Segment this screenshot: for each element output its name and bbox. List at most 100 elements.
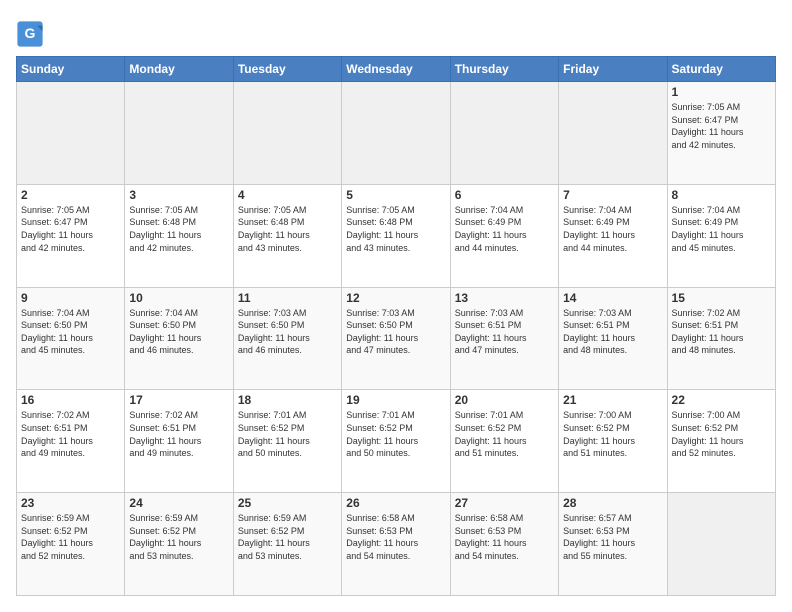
calendar-header-monday: Monday bbox=[125, 57, 233, 82]
day-info: Sunrise: 7:01 AM Sunset: 6:52 PM Dayligh… bbox=[238, 409, 337, 459]
calendar-week-row: 2 Sunrise: 7:05 AM Sunset: 6:47 PM Daylig… bbox=[17, 184, 776, 287]
day-number: 3 bbox=[129, 188, 228, 202]
calendar-cell: 23 Sunrise: 6:59 AM Sunset: 6:52 PM Dayli… bbox=[17, 493, 125, 596]
day-info: Sunrise: 7:05 AM Sunset: 6:47 PM Dayligh… bbox=[672, 101, 771, 151]
day-info: Sunrise: 7:02 AM Sunset: 6:51 PM Dayligh… bbox=[672, 307, 771, 357]
day-info: Sunrise: 7:05 AM Sunset: 6:47 PM Dayligh… bbox=[21, 204, 120, 254]
calendar-header-wednesday: Wednesday bbox=[342, 57, 450, 82]
calendar-cell: 2 Sunrise: 7:05 AM Sunset: 6:47 PM Daylig… bbox=[17, 184, 125, 287]
calendar-cell bbox=[125, 82, 233, 185]
calendar-cell: 28 Sunrise: 6:57 AM Sunset: 6:53 PM Dayli… bbox=[559, 493, 667, 596]
day-number: 2 bbox=[21, 188, 120, 202]
day-number: 25 bbox=[238, 496, 337, 510]
calendar-cell: 12Sunrise: 7:03 AM Sunset: 6:50 PM Dayli… bbox=[342, 287, 450, 390]
calendar-cell: 25 Sunrise: 6:59 AM Sunset: 6:52 PM Dayli… bbox=[233, 493, 341, 596]
day-number: 16 bbox=[21, 393, 120, 407]
day-number: 14 bbox=[563, 291, 662, 305]
calendar-cell: 18 Sunrise: 7:01 AM Sunset: 6:52 PM Dayli… bbox=[233, 390, 341, 493]
calendar-cell bbox=[233, 82, 341, 185]
calendar-cell: 7Sunrise: 7:04 AM Sunset: 6:49 PM Daylig… bbox=[559, 184, 667, 287]
day-info: Sunrise: 7:05 AM Sunset: 6:48 PM Dayligh… bbox=[129, 204, 228, 254]
calendar-cell: 5 Sunrise: 7:05 AM Sunset: 6:48 PM Daylig… bbox=[342, 184, 450, 287]
day-number: 27 bbox=[455, 496, 554, 510]
calendar-cell: 20Sunrise: 7:01 AM Sunset: 6:52 PM Dayli… bbox=[450, 390, 558, 493]
day-number: 5 bbox=[346, 188, 445, 202]
calendar-cell: 16 Sunrise: 7:02 AM Sunset: 6:51 PM Dayli… bbox=[17, 390, 125, 493]
calendar-cell: 13 Sunrise: 7:03 AM Sunset: 6:51 PM Dayli… bbox=[450, 287, 558, 390]
day-number: 17 bbox=[129, 393, 228, 407]
calendar-cell: 22Sunrise: 7:00 AM Sunset: 6:52 PM Dayli… bbox=[667, 390, 775, 493]
day-info: Sunrise: 6:59 AM Sunset: 6:52 PM Dayligh… bbox=[129, 512, 228, 562]
day-number: 24 bbox=[129, 496, 228, 510]
day-info: Sunrise: 7:01 AM Sunset: 6:52 PM Dayligh… bbox=[455, 409, 554, 459]
day-info: Sunrise: 7:02 AM Sunset: 6:51 PM Dayligh… bbox=[129, 409, 228, 459]
calendar-cell: 9 Sunrise: 7:04 AM Sunset: 6:50 PM Daylig… bbox=[17, 287, 125, 390]
calendar-header-sunday: Sunday bbox=[17, 57, 125, 82]
calendar-cell: 17 Sunrise: 7:02 AM Sunset: 6:51 PM Dayli… bbox=[125, 390, 233, 493]
calendar-cell bbox=[450, 82, 558, 185]
page: G SundayMondayTuesdayWednesdayThursdayFr… bbox=[0, 0, 792, 612]
calendar-cell: 3 Sunrise: 7:05 AM Sunset: 6:48 PM Daylig… bbox=[125, 184, 233, 287]
calendar-header-tuesday: Tuesday bbox=[233, 57, 341, 82]
day-info: Sunrise: 7:04 AM Sunset: 6:49 PM Dayligh… bbox=[672, 204, 771, 254]
calendar-header-saturday: Saturday bbox=[667, 57, 775, 82]
calendar-cell: 6Sunrise: 7:04 AM Sunset: 6:49 PM Daylig… bbox=[450, 184, 558, 287]
calendar-cell bbox=[559, 82, 667, 185]
calendar-cell: 26 Sunrise: 6:58 AM Sunset: 6:53 PM Dayli… bbox=[342, 493, 450, 596]
day-number: 18 bbox=[238, 393, 337, 407]
calendar-cell: 14 Sunrise: 7:03 AM Sunset: 6:51 PM Dayli… bbox=[559, 287, 667, 390]
logo: G bbox=[16, 20, 46, 48]
day-info: Sunrise: 7:05 AM Sunset: 6:48 PM Dayligh… bbox=[346, 204, 445, 254]
calendar-cell: 10 Sunrise: 7:04 AM Sunset: 6:50 PM Dayli… bbox=[125, 287, 233, 390]
calendar-cell bbox=[342, 82, 450, 185]
day-info: Sunrise: 7:00 AM Sunset: 6:52 PM Dayligh… bbox=[563, 409, 662, 459]
calendar-week-row: 1 Sunrise: 7:05 AM Sunset: 6:47 PM Daylig… bbox=[17, 82, 776, 185]
day-number: 12 bbox=[346, 291, 445, 305]
calendar-header-thursday: Thursday bbox=[450, 57, 558, 82]
day-info: Sunrise: 6:59 AM Sunset: 6:52 PM Dayligh… bbox=[238, 512, 337, 562]
day-number: 23 bbox=[21, 496, 120, 510]
day-number: 13 bbox=[455, 291, 554, 305]
day-number: 22 bbox=[672, 393, 771, 407]
calendar-cell: 19Sunrise: 7:01 AM Sunset: 6:52 PM Dayli… bbox=[342, 390, 450, 493]
calendar-week-row: 16 Sunrise: 7:02 AM Sunset: 6:51 PM Dayli… bbox=[17, 390, 776, 493]
calendar-header-row: SundayMondayTuesdayWednesdayThursdayFrid… bbox=[17, 57, 776, 82]
day-info: Sunrise: 7:03 AM Sunset: 6:51 PM Dayligh… bbox=[563, 307, 662, 357]
day-number: 4 bbox=[238, 188, 337, 202]
day-info: Sunrise: 6:58 AM Sunset: 6:53 PM Dayligh… bbox=[455, 512, 554, 562]
calendar-cell: 4Sunrise: 7:05 AM Sunset: 6:48 PM Daylig… bbox=[233, 184, 341, 287]
day-number: 11 bbox=[238, 291, 337, 305]
day-info: Sunrise: 6:58 AM Sunset: 6:53 PM Dayligh… bbox=[346, 512, 445, 562]
logo-icon: G bbox=[16, 20, 44, 48]
day-number: 21 bbox=[563, 393, 662, 407]
calendar-cell: 8 Sunrise: 7:04 AM Sunset: 6:49 PM Daylig… bbox=[667, 184, 775, 287]
day-number: 9 bbox=[21, 291, 120, 305]
day-number: 7 bbox=[563, 188, 662, 202]
calendar-cell: 1 Sunrise: 7:05 AM Sunset: 6:47 PM Daylig… bbox=[667, 82, 775, 185]
day-number: 1 bbox=[672, 85, 771, 99]
day-info: Sunrise: 7:04 AM Sunset: 6:50 PM Dayligh… bbox=[21, 307, 120, 357]
calendar-week-row: 23 Sunrise: 6:59 AM Sunset: 6:52 PM Dayli… bbox=[17, 493, 776, 596]
calendar-cell: 24 Sunrise: 6:59 AM Sunset: 6:52 PM Dayli… bbox=[125, 493, 233, 596]
day-number: 8 bbox=[672, 188, 771, 202]
day-info: Sunrise: 7:04 AM Sunset: 6:50 PM Dayligh… bbox=[129, 307, 228, 357]
calendar-cell: 11 Sunrise: 7:03 AM Sunset: 6:50 PM Dayli… bbox=[233, 287, 341, 390]
svg-text:G: G bbox=[25, 25, 36, 41]
calendar-table: SundayMondayTuesdayWednesdayThursdayFrid… bbox=[16, 56, 776, 596]
calendar-header-friday: Friday bbox=[559, 57, 667, 82]
day-number: 6 bbox=[455, 188, 554, 202]
day-number: 26 bbox=[346, 496, 445, 510]
calendar-cell: 27 Sunrise: 6:58 AM Sunset: 6:53 PM Dayli… bbox=[450, 493, 558, 596]
day-info: Sunrise: 6:59 AM Sunset: 6:52 PM Dayligh… bbox=[21, 512, 120, 562]
day-number: 28 bbox=[563, 496, 662, 510]
day-info: Sunrise: 7:02 AM Sunset: 6:51 PM Dayligh… bbox=[21, 409, 120, 459]
day-number: 10 bbox=[129, 291, 228, 305]
day-info: Sunrise: 7:03 AM Sunset: 6:50 PM Dayligh… bbox=[238, 307, 337, 357]
day-info: Sunrise: 7:03 AM Sunset: 6:51 PM Dayligh… bbox=[455, 307, 554, 357]
day-number: 15 bbox=[672, 291, 771, 305]
calendar-cell: 21 Sunrise: 7:00 AM Sunset: 6:52 PM Dayli… bbox=[559, 390, 667, 493]
day-info: Sunrise: 6:57 AM Sunset: 6:53 PM Dayligh… bbox=[563, 512, 662, 562]
day-number: 19 bbox=[346, 393, 445, 407]
calendar-cell bbox=[667, 493, 775, 596]
calendar-week-row: 9 Sunrise: 7:04 AM Sunset: 6:50 PM Daylig… bbox=[17, 287, 776, 390]
